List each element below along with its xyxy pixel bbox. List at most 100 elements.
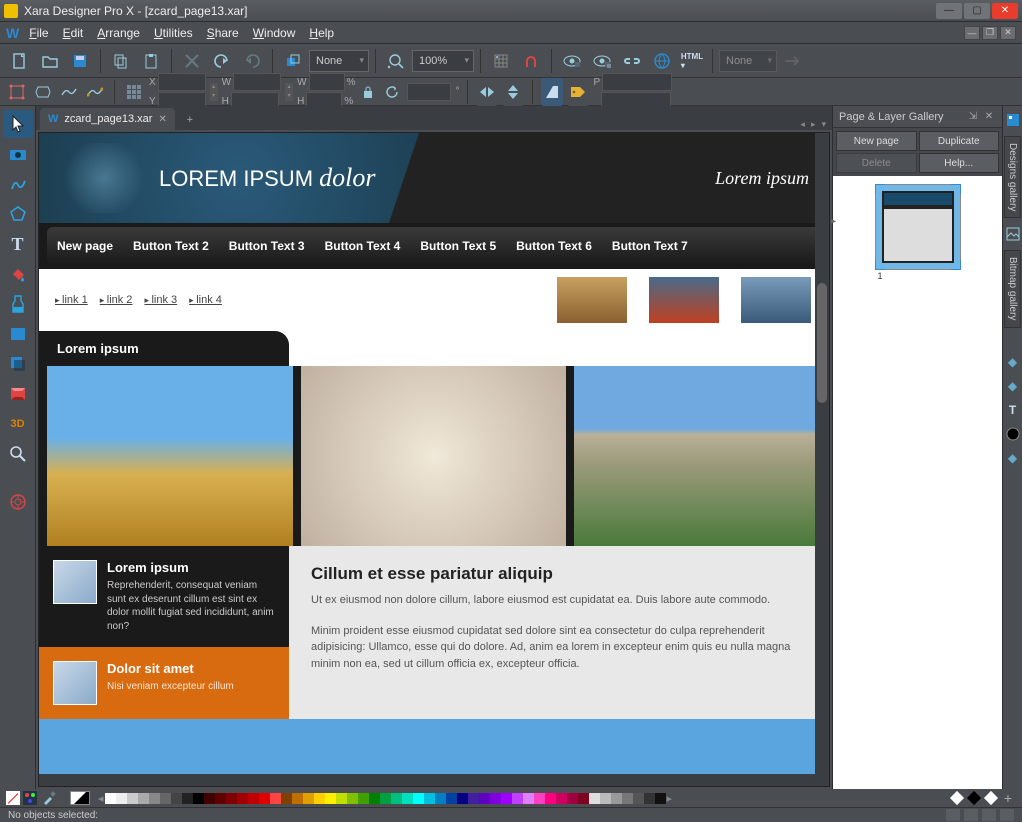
hero-image-1[interactable]: [47, 366, 293, 546]
color-swatch[interactable]: [116, 793, 127, 804]
section-tab-title[interactable]: Lorem ipsum: [39, 331, 289, 366]
side-card-2-body[interactable]: Nisi veniam excepteur cillum: [107, 680, 234, 694]
color-swatch[interactable]: [292, 793, 303, 804]
canvas[interactable]: LOREM IPSUM dolor Lorem ipsum New page B…: [38, 132, 830, 787]
menu-window[interactable]: Window: [253, 26, 296, 40]
transparency-tool[interactable]: [3, 290, 33, 318]
select-fill-button[interactable]: [58, 81, 80, 103]
new-page-button[interactable]: New page: [836, 131, 917, 151]
vertical-scrollbar[interactable]: [815, 133, 829, 786]
rectangle-tool[interactable]: [3, 320, 33, 348]
color-swatch[interactable]: [314, 793, 325, 804]
link-button[interactable]: [618, 47, 646, 75]
bitmap-gallery-tab[interactable]: Bitmap gallery: [1004, 250, 1021, 327]
eyedropper-button[interactable]: [40, 790, 58, 806]
designs-gallery-tab[interactable]: Designs gallery: [1004, 136, 1021, 218]
nav-item-5[interactable]: Button Text 5: [420, 239, 496, 253]
designs-gallery-icon[interactable]: [1005, 112, 1021, 128]
photo-tool[interactable]: [3, 140, 33, 168]
export-website-button[interactable]: [648, 47, 676, 75]
nav-item-4[interactable]: Button Text 4: [325, 239, 401, 253]
color-swatch[interactable]: [402, 793, 413, 804]
shape-tool[interactable]: [3, 200, 33, 228]
color-swatch[interactable]: [435, 793, 446, 804]
tab-nav-menu[interactable]: ▾: [819, 119, 828, 130]
side-card-2-title[interactable]: Dolor sit amet: [107, 661, 234, 676]
menu-arrange[interactable]: Arrange: [97, 26, 140, 40]
nav-item-6[interactable]: Button Text 6: [516, 239, 592, 253]
color-swatch[interactable]: [468, 793, 479, 804]
new-tab-button[interactable]: +: [179, 110, 201, 130]
page-header[interactable]: LOREM IPSUM dolor Lorem ipsum: [39, 133, 830, 223]
menu-edit[interactable]: Edit: [63, 26, 84, 40]
vscroll-thumb[interactable]: [817, 283, 827, 403]
nav-item-2[interactable]: Button Text 2: [133, 239, 209, 253]
color-scroll-right[interactable]: ▸: [667, 792, 673, 805]
mdi-restore-button[interactable]: ❐: [982, 26, 998, 40]
text-tool[interactable]: T: [3, 230, 33, 258]
copy-button[interactable]: [107, 47, 135, 75]
export-html-button[interactable]: HTML▾: [678, 47, 706, 75]
new-button[interactable]: [6, 47, 34, 75]
right-icon-1[interactable]: ◆: [1005, 354, 1021, 370]
page-sidebar-column[interactable]: Lorem ipsum Reprehenderit, consequat ven…: [39, 546, 289, 719]
page-header-subtitle[interactable]: Lorem ipsum: [715, 168, 809, 189]
nav-item-3[interactable]: Button Text 3: [229, 239, 305, 253]
panel-close-button[interactable]: ✕: [982, 110, 996, 124]
nav-item-7[interactable]: Button Text 7: [612, 239, 688, 253]
color-swatch[interactable]: [523, 793, 534, 804]
color-scroll-left[interactable]: ◂: [98, 792, 104, 805]
status-icon-3[interactable]: [982, 809, 996, 821]
grid-snap-button[interactable]: [123, 81, 145, 103]
color-swatch[interactable]: [171, 793, 182, 804]
close-button[interactable]: ✕: [992, 3, 1018, 19]
side-card-1[interactable]: Lorem ipsum Reprehenderit, consequat ven…: [39, 546, 289, 647]
clone-button[interactable]: [279, 47, 307, 75]
page-header-title[interactable]: LOREM IPSUM dolor: [159, 163, 375, 193]
color-swatch[interactable]: [446, 793, 457, 804]
w-field[interactable]: [233, 73, 281, 91]
crumb-1[interactable]: link 1: [55, 294, 88, 306]
hero-images-row[interactable]: [39, 366, 830, 546]
color-swatch[interactable]: [259, 793, 270, 804]
zoom-combo[interactable]: 100%: [412, 50, 474, 72]
fill-tool[interactable]: [3, 260, 33, 288]
extrude-tool[interactable]: 3D: [3, 410, 33, 438]
color-swatch[interactable]: [204, 793, 215, 804]
color-swatch[interactable]: [138, 793, 149, 804]
xy-spinner[interactable]: ▴▾: [210, 83, 218, 101]
gallery-body[interactable]: ▸ 1: [833, 176, 1002, 789]
names-combo[interactable]: None: [719, 50, 777, 72]
color-swatch[interactable]: [380, 793, 391, 804]
angle-field[interactable]: [407, 83, 451, 101]
duplicate-page-button[interactable]: Duplicate: [919, 131, 1000, 151]
color-swatch[interactable]: [237, 793, 248, 804]
side-card-1-title[interactable]: Lorem ipsum: [107, 560, 275, 575]
status-icon-2[interactable]: [964, 809, 978, 821]
color-swatch[interactable]: [215, 793, 226, 804]
selector-tool[interactable]: [3, 110, 33, 138]
right-icon-color[interactable]: [1005, 426, 1021, 442]
color-swatch[interactable]: [534, 793, 545, 804]
thumb-2[interactable]: [647, 275, 721, 325]
color-swatch[interactable]: [358, 793, 369, 804]
color-swatch[interactable]: [347, 793, 358, 804]
wh-spinner[interactable]: ▴▾: [285, 83, 293, 101]
edge-swatch-2[interactable]: [967, 791, 981, 805]
color-swatch[interactable]: [457, 793, 468, 804]
color-swatch[interactable]: [149, 793, 160, 804]
right-icon-2[interactable]: ◆: [1005, 378, 1021, 394]
menu-share[interactable]: Share: [207, 26, 239, 40]
scale-lines-button[interactable]: [541, 78, 563, 106]
delete-page-button[interactable]: Delete: [836, 153, 917, 173]
color-swatch[interactable]: [600, 793, 611, 804]
snap-button[interactable]: [517, 47, 545, 75]
new-color-button[interactable]: +: [1000, 791, 1016, 805]
hero-image-3[interactable]: [574, 366, 830, 546]
page-article-column[interactable]: Cillum et esse pariatur aliquip Ut ex ei…: [289, 546, 830, 719]
panel-header[interactable]: Page & Layer Gallery ⇲ ✕: [833, 106, 1002, 128]
select-path-button[interactable]: [84, 81, 106, 103]
rotate-button[interactable]: [381, 81, 403, 103]
color-swatch[interactable]: [512, 793, 523, 804]
color-swatch[interactable]: [281, 793, 292, 804]
